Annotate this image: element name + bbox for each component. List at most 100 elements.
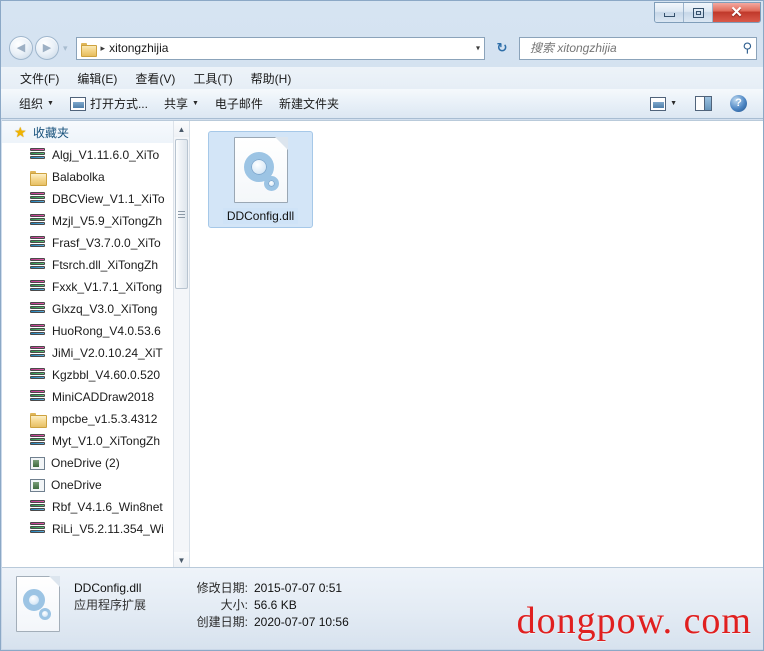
maximize-icon <box>692 7 704 18</box>
minimize-button[interactable] <box>655 3 684 22</box>
star-icon: ★ <box>14 123 27 140</box>
sidebar-item-balabolka[interactable]: Balabolka <box>2 166 189 188</box>
scroll-down-arrow-icon[interactable]: ▼ <box>174 552 189 568</box>
preview-pane-button[interactable] <box>687 93 720 114</box>
sidebar-item-fxxk[interactable]: Fxxk_V1.7.1_XiTong <box>2 276 189 298</box>
navigation-pane: ★ 收藏夹 Algj_V1.11.6.0_XiTo Balabolka DBCV… <box>2 121 190 568</box>
zip-icon <box>30 522 46 536</box>
email-label: 电子邮件 <box>214 97 263 111</box>
favorites-header[interactable]: ★ 收藏夹 <box>2 121 189 143</box>
recent-locations-icon[interactable]: ▾ <box>63 43 68 54</box>
sidebar-item-algj[interactable]: Algj_V1.11.6.0_XiTo <box>2 144 189 166</box>
forward-icon: ▶ <box>42 41 52 54</box>
search-box[interactable]: ⚲ <box>519 36 757 60</box>
details-size-value: 56.6 KB <box>254 598 297 612</box>
details-row-created: 创建日期: 2020-07-07 10:56 <box>74 614 349 631</box>
chevron-down-icon: ▼ <box>47 100 54 107</box>
explorer-body: ★ 收藏夹 Algj_V1.11.6.0_XiTo Balabolka DBCV… <box>2 120 763 568</box>
details-size-label: 大小: <box>220 598 248 612</box>
maximize-button[interactable] <box>684 3 713 22</box>
zip-icon <box>30 302 46 316</box>
sidebar-item-label: Frasf_V3.7.0.0_XiTo <box>52 236 161 250</box>
details-text-block: DDConfig.dll 修改日期: 2015-07-07 0:51 应用程序扩… <box>74 576 349 631</box>
sidebar-item-label: Glxzq_V3.0_XiTong <box>52 302 158 316</box>
back-button[interactable]: ◀ <box>9 36 33 60</box>
share-button[interactable]: 共享 ▼ <box>156 92 207 115</box>
menu-item-edit[interactable]: 编辑(E) <box>68 68 126 89</box>
sidebar-item-myt[interactable]: Myt_V1.0_XiTongZh <box>2 430 189 452</box>
zip-icon <box>30 192 46 206</box>
sidebar-item-huorong[interactable]: HuoRong_V4.0.53.6 <box>2 320 189 342</box>
zip-icon <box>30 214 46 228</box>
search-icon: ⚲ <box>742 40 752 55</box>
explorer-window: ✕ ◀ ▶ ▾ ▸ xitongzhijia ▾ ↻ ⚲ <box>0 0 764 651</box>
sidebar-item-label: OneDrive <box>51 478 102 492</box>
share-label: 共享 <box>163 97 188 111</box>
forward-button[interactable]: ▶ <box>35 36 59 60</box>
email-button[interactable]: 电子邮件 <box>207 92 271 115</box>
sidebar-item-rbf[interactable]: Rbf_V4.1.6_Win8net <box>2 496 189 518</box>
search-input[interactable] <box>528 40 743 56</box>
folder-icon <box>30 170 47 186</box>
chevron-down-icon[interactable]: ▾ <box>476 44 480 53</box>
zip-icon <box>30 390 46 404</box>
sidebar-item-label: HuoRong_V4.0.53.6 <box>52 324 161 338</box>
details-pane: DDConfig.dll 修改日期: 2015-07-07 0:51 应用程序扩… <box>2 567 763 649</box>
preview-pane-icon <box>695 96 712 111</box>
menu-item-view[interactable]: 查看(V) <box>126 68 184 89</box>
sidebar-item-onedrive-2[interactable]: OneDrive (2) <box>2 452 189 474</box>
address-bar[interactable]: ▸ xitongzhijia ▾ <box>75 36 485 60</box>
open-with-button[interactable]: 打开方式... <box>62 92 156 115</box>
file-list-pane[interactable]: DDConfig.dll <box>190 121 763 568</box>
menu-bar: 文件(F) 编辑(E) 查看(V) 工具(T) 帮助(H) <box>1 67 763 89</box>
change-view-button[interactable]: ▼ <box>642 94 685 114</box>
sidebar-item-jimi[interactable]: JiMi_V2.0.10.24_XiT <box>2 342 189 364</box>
watermark-text: dongpow. com <box>516 600 752 642</box>
title-bar: ✕ <box>1 1 763 29</box>
new-folder-button[interactable]: 新建文件夹 <box>271 92 347 115</box>
sidebar-item-label: DBCView_V1.1_XiTo <box>52 192 165 206</box>
sidebar-item-label: Myt_V1.0_XiTongZh <box>52 434 161 448</box>
scrollbar-thumb[interactable] <box>175 139 188 289</box>
sidebar-scrollbar[interactable]: ▲ ▼ <box>173 121 189 568</box>
sidebar-item-ftsrch[interactable]: Ftsrch.dll_XiTongZh <box>2 254 189 276</box>
zip-icon <box>30 368 46 382</box>
sidebar-item-minicaddraw[interactable]: MiniCADDraw2018 <box>2 386 189 408</box>
zip-icon <box>30 258 46 272</box>
new-folder-label: 新建文件夹 <box>278 97 339 111</box>
file-item-ddconfig[interactable]: DDConfig.dll <box>208 131 313 228</box>
menu-item-file[interactable]: 文件(F) <box>11 68 68 89</box>
sidebar-item-mpcbe[interactable]: mpcbe_v1.5.3.4312 <box>2 408 189 430</box>
help-button[interactable]: ? <box>722 92 755 115</box>
refresh-button[interactable]: ↻ <box>491 37 513 59</box>
address-row: ◀ ▶ ▾ ▸ xitongzhijia ▾ ↻ ⚲ <box>1 31 763 65</box>
file-item-label: DDConfig.dll <box>222 208 299 224</box>
sidebar-item-kgzbbl[interactable]: Kgzbbl_V4.60.0.520 <box>2 364 189 386</box>
sidebar-item-glxzq[interactable]: Glxzq_V3.0_XiTong <box>2 298 189 320</box>
breadcrumb-path[interactable]: xitongzhijia <box>109 41 168 55</box>
sidebar-item-onedrive[interactable]: OneDrive <box>2 474 189 496</box>
details-modified-value: 2015-07-07 0:51 <box>254 581 343 595</box>
sidebar-item-label: Rbf_V4.1.6_Win8net <box>52 500 163 514</box>
sidebar-item-frasf[interactable]: Frasf_V3.7.0.0_XiTo <box>2 232 189 254</box>
menu-item-tools[interactable]: 工具(T) <box>184 68 241 89</box>
menu-item-help[interactable]: 帮助(H) <box>242 68 301 89</box>
sidebar-item-label: Fxxk_V1.7.1_XiTong <box>52 280 163 294</box>
close-button[interactable]: ✕ <box>713 3 760 22</box>
sidebar-item-rili[interactable]: RiLi_V5.2.11.354_Wi <box>2 518 189 540</box>
sidebar-item-mzjl[interactable]: Mzjl_V5.9_XiTongZh <box>2 210 189 232</box>
favorites-list: Algj_V1.11.6.0_XiTo Balabolka DBCView_V1… <box>2 143 189 540</box>
details-created-label: 创建日期: <box>196 615 248 629</box>
toolbar: 组织 ▼ 打开方式... 共享 ▼ 电子邮件 新建文件夹 ▼ ? <box>1 89 763 119</box>
details-created-value: 2020-07-07 10:56 <box>254 615 349 629</box>
toolbar-right-group: ▼ ? <box>642 92 759 115</box>
refresh-icon: ↻ <box>496 40 508 55</box>
gear-small-icon <box>263 176 279 191</box>
sidebar-item-label: Algj_V1.11.6.0_XiTo <box>52 148 160 162</box>
close-icon: ✕ <box>730 4 743 21</box>
zip-icon <box>30 148 46 162</box>
scroll-up-arrow-icon[interactable]: ▲ <box>174 121 189 137</box>
sidebar-item-dbcview[interactable]: DBCView_V1.1_XiTo <box>2 188 189 210</box>
organize-button[interactable]: 组织 ▼ <box>11 92 62 115</box>
details-row-modified: DDConfig.dll 修改日期: 2015-07-07 0:51 <box>74 580 349 597</box>
